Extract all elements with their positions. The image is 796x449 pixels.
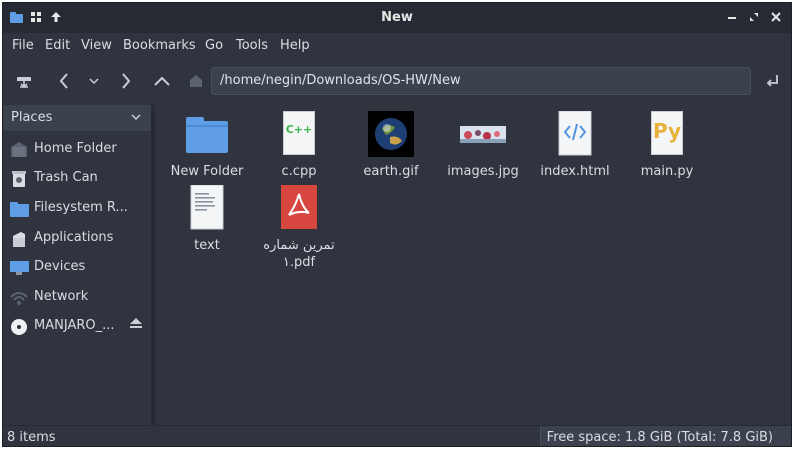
sidebar-item-applications[interactable]: Applications (3, 225, 151, 253)
sidebar-item-label: Network (34, 289, 89, 304)
close-icon[interactable] (769, 10, 783, 24)
item-count: 8 items (7, 430, 56, 445)
minimize-icon[interactable] (725, 10, 739, 24)
mount-icon[interactable] (11, 69, 37, 93)
sidebar-item-trash-can[interactable]: Trash Can (3, 165, 151, 193)
sidebar-item-label: Applications (34, 230, 114, 245)
up-icon[interactable] (149, 69, 175, 93)
menu-help[interactable]: Help (280, 38, 310, 53)
python-file-page: Py (651, 111, 683, 155)
sidebar-item-label: Devices (34, 259, 86, 274)
file-item-new-folder[interactable]: New Folder (161, 111, 253, 180)
sidebar-item-label: MANJARO_... (34, 318, 115, 333)
python-file-icon: Py (644, 111, 690, 157)
file-item-pdf[interactable]: تمرین شماره ۱.pdf (253, 185, 345, 271)
title-bar-right-controls (725, 10, 783, 24)
go-icon[interactable] (759, 69, 785, 93)
trash-icon (9, 170, 29, 188)
cpp-file-badge: C++ (285, 123, 313, 136)
file-item-c-cpp[interactable]: C++ c.cpp (253, 111, 345, 180)
file-name: main.py (640, 164, 694, 179)
location-bar[interactable] (211, 67, 751, 95)
sidebar-item-network[interactable]: Network (3, 284, 151, 312)
home-folder-icon (9, 141, 29, 159)
file-name: images.jpg (447, 164, 519, 179)
file-name: earth.gif (363, 164, 419, 179)
free-space: Free space: 1.8 GiB (Total: 7.8 GiB) (539, 426, 791, 446)
menu-go[interactable]: Go (205, 38, 223, 53)
sidebar-item-label: Home Folder (34, 141, 117, 156)
maximize-icon[interactable] (747, 10, 761, 24)
menu-bookmarks[interactable]: Bookmarks (123, 38, 196, 53)
filesystem-folder-icon (9, 200, 29, 218)
file-item-text[interactable]: text (161, 184, 253, 254)
cpp-file-page: C++ (283, 111, 315, 155)
chevron-down-icon[interactable] (131, 110, 141, 125)
network-icon (9, 289, 29, 307)
forward-icon[interactable] (113, 69, 139, 93)
sidebar-item-label: Trash Can (34, 170, 98, 185)
python-file-badge: Py (653, 119, 682, 143)
file-item-main-py[interactable]: Py main.py (621, 111, 713, 180)
sidebar-item-manjaro[interactable]: MANJARO_... (3, 313, 151, 341)
monitor-icon (9, 259, 29, 277)
earth-image-icon (368, 111, 414, 157)
places-header[interactable]: Places (3, 105, 151, 131)
home-icon[interactable] (183, 69, 209, 93)
sidebar: Places Home Folder Trash Can Filesystem … (3, 105, 151, 425)
file-name: تمرین شماره ۱.pdf (263, 238, 335, 270)
text-file-icon (184, 184, 230, 231)
file-item-index-html[interactable]: index.html (529, 110, 621, 180)
eject-icon[interactable] (129, 317, 143, 332)
file-view: New Folder C++ c.cpp earth.gif images.jp… (155, 105, 791, 425)
sidebar-item-label: Filesystem R... (34, 200, 128, 215)
image-thumbnail-icon (460, 111, 506, 157)
file-name: New Folder (170, 164, 244, 179)
path-input[interactable] (220, 73, 740, 88)
sidebar-item-devices[interactable]: Devices (3, 254, 151, 282)
file-name: index.html (540, 164, 610, 179)
title-bar: New (3, 3, 791, 33)
toolbar (3, 59, 791, 103)
places-label: Places (11, 110, 53, 125)
file-manager-window: New File Edit View Bookmarks Go Tools He… (2, 2, 792, 447)
applications-icon (9, 230, 29, 248)
pdf-file-icon (276, 185, 322, 231)
menu-bar: File Edit View Bookmarks Go Tools Help (3, 33, 791, 59)
file-name: c.cpp (281, 164, 317, 179)
menu-edit[interactable]: Edit (45, 38, 70, 53)
history-dropdown-icon[interactable] (81, 69, 107, 93)
menu-tools[interactable]: Tools (236, 38, 268, 53)
menu-file[interactable]: File (12, 38, 34, 53)
back-icon[interactable] (51, 69, 77, 93)
file-name: text (194, 238, 220, 253)
menu-view[interactable]: View (81, 38, 112, 53)
disc-icon (9, 318, 29, 336)
sidebar-item-filesystem[interactable]: Filesystem R... (3, 195, 151, 223)
folder-icon (184, 111, 230, 157)
status-bar: 8 items Free space: 1.8 GiB (Total: 7.8 … (3, 425, 791, 446)
sidebar-item-home-folder[interactable]: Home Folder (3, 136, 151, 164)
window-title: New (381, 10, 413, 25)
file-item-images-jpg[interactable]: images.jpg (437, 111, 529, 180)
cpp-file-icon: C++ (276, 111, 322, 157)
file-item-earth-gif[interactable]: earth.gif (345, 111, 437, 180)
html-file-icon (552, 110, 598, 157)
